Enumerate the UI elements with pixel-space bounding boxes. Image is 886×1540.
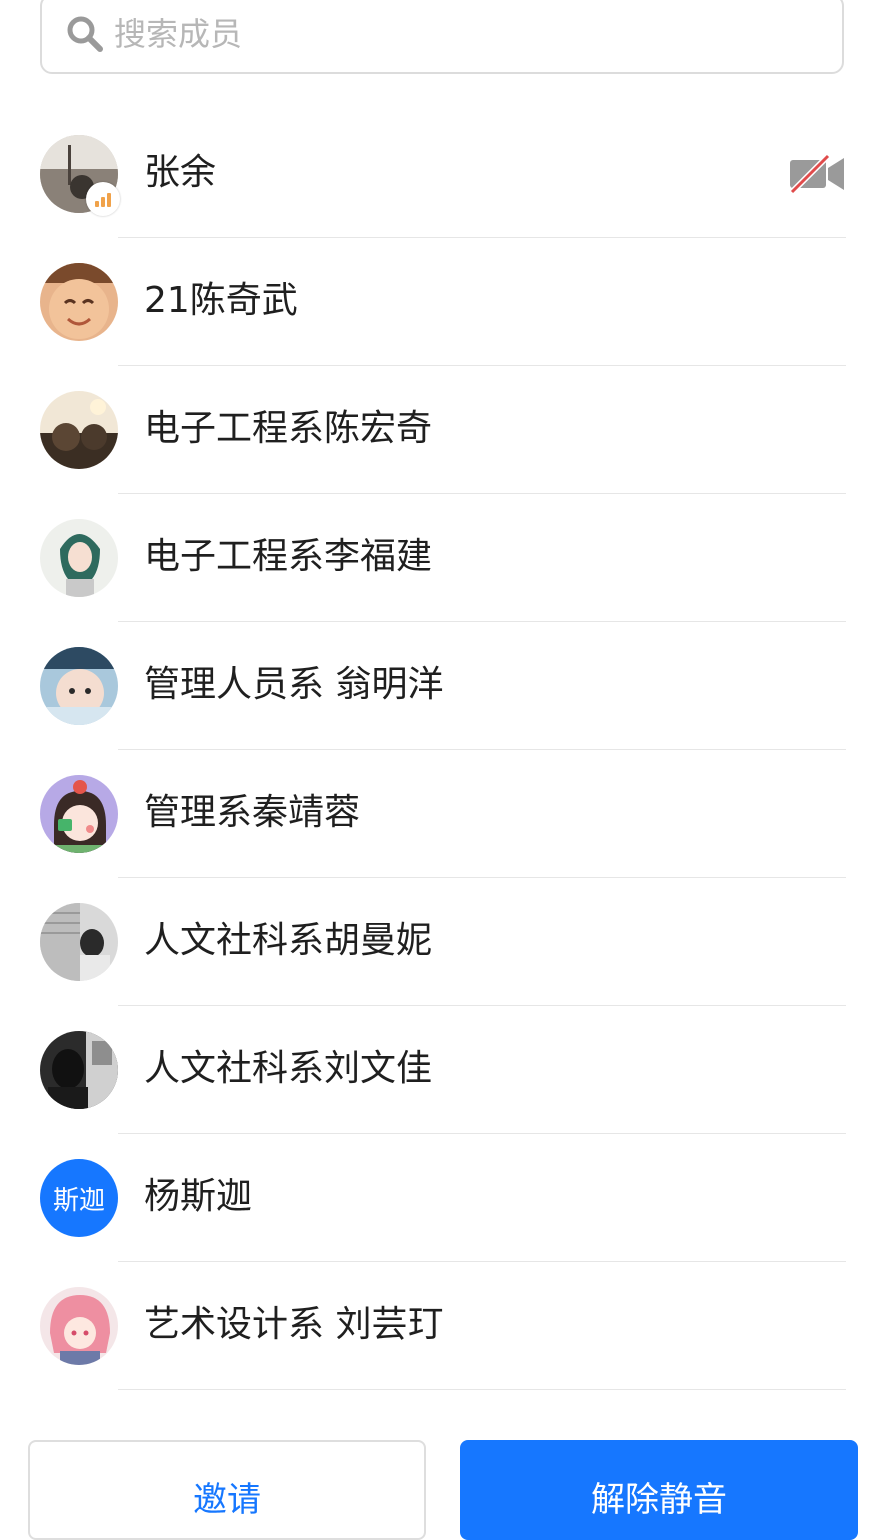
member-name: 电子工程系李福建 <box>144 536 433 577</box>
member-name: 管理系秦靖蓉 <box>144 792 361 833</box>
unmute-button[interactable]: 解除静音 <box>460 1440 858 1540</box>
member-name: 电子工程系陈宏奇 <box>144 408 433 449</box>
member-row[interactable]: 张余 <box>0 110 886 238</box>
member-list: 张余 21陈奇武 电子工程系陈宏奇 电子工程系李福建 管理人员系 翁明洋 管理系… <box>0 110 886 1390</box>
member-row[interactable]: 管理人员系 翁明洋 <box>0 622 886 750</box>
search-icon <box>67 16 103 52</box>
member-name: 管理人员系 翁明洋 <box>144 664 444 705</box>
member-row[interactable]: 人文社科系刘文佳 <box>0 1006 886 1134</box>
member-row[interactable]: 管理系秦靖蓉 <box>0 750 886 878</box>
member-name: 杨斯迦 <box>144 1176 253 1217</box>
member-row[interactable]: 艺术设计系 刘芸玎 <box>0 1262 886 1390</box>
member-avatar <box>40 647 118 725</box>
member-avatar <box>40 1031 118 1109</box>
member-row[interactable]: 人文社科系胡曼妮 <box>0 878 886 1006</box>
member-avatar <box>40 263 118 341</box>
member-name: 艺术设计系 刘芸玎 <box>144 1304 444 1345</box>
search-box[interactable] <box>40 0 844 74</box>
member-avatar <box>40 775 118 853</box>
search-input[interactable] <box>114 15 714 53</box>
member-avatar <box>40 903 118 981</box>
member-name: 张余 <box>144 152 217 193</box>
member-row[interactable]: 斯迦 杨斯迦 <box>0 1134 886 1262</box>
speaking-indicator-icon <box>86 182 120 216</box>
invite-button[interactable]: 邀请 <box>28 1440 426 1540</box>
member-avatar <box>40 391 118 469</box>
row-divider <box>118 1389 846 1390</box>
camera-off-icon[interactable] <box>788 154 846 194</box>
member-avatar-initials: 斯迦 <box>40 1159 118 1237</box>
member-name: 21陈奇武 <box>144 280 298 321</box>
member-avatar <box>40 1287 118 1365</box>
member-row[interactable]: 电子工程系李福建 <box>0 494 886 622</box>
member-name: 人文社科系胡曼妮 <box>144 920 433 961</box>
member-row[interactable]: 电子工程系陈宏奇 <box>0 366 886 494</box>
member-avatar <box>40 519 118 597</box>
member-row[interactable]: 21陈奇武 <box>0 238 886 366</box>
member-name: 人文社科系刘文佳 <box>144 1048 433 1089</box>
